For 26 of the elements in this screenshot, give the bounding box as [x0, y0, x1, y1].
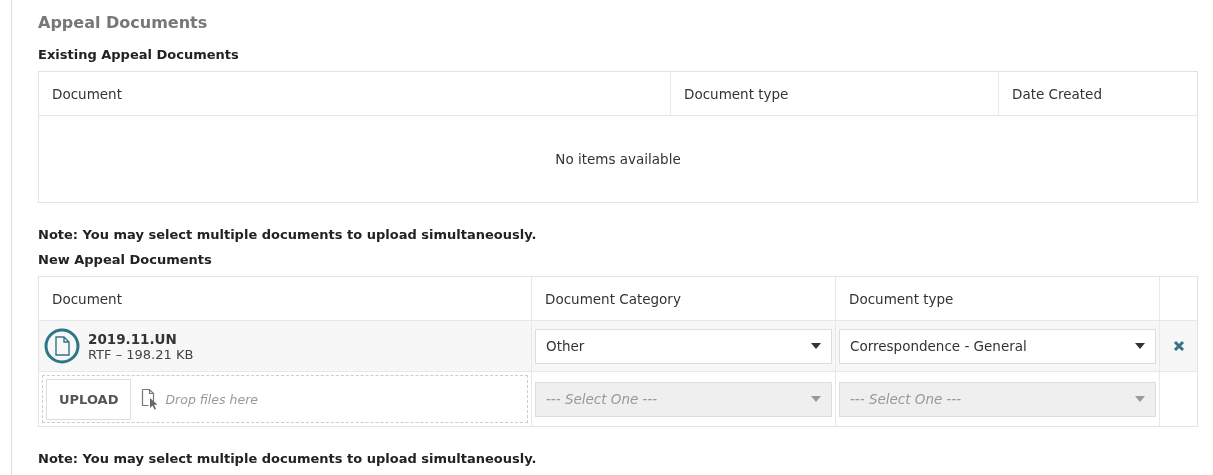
- file-drop-zone[interactable]: UPLOAD Drop files here: [42, 375, 528, 423]
- column-header: Document: [51, 289, 123, 309]
- empty-message: No items available: [555, 151, 681, 167]
- dropdown[interactable]: Other: [535, 328, 832, 364]
- caret-icon: [811, 343, 821, 349]
- column-header: Document type: [670, 72, 998, 115]
- drop-hint: Drop files here: [165, 391, 258, 407]
- remove-icon[interactable]: [1172, 340, 1185, 352]
- file-pointer-icon: [141, 388, 160, 410]
- caret-icon: [1135, 396, 1145, 402]
- column-header: Document: [51, 84, 123, 104]
- subsection-heading: Existing Appeal Documents: [38, 47, 240, 64]
- dropdown[interactable]: Correspondence - General: [839, 328, 1156, 364]
- column-header: Document type: [835, 277, 1159, 320]
- section-title: Appeal Documents: [38, 13, 209, 34]
- file-name: 2019.11.UN: [88, 330, 178, 347]
- column-header: Document Category: [531, 277, 835, 320]
- upload-button[interactable]: UPLOAD: [46, 378, 132, 420]
- subsection-heading: New Appeal Documents: [38, 252, 213, 269]
- caret-icon: [811, 396, 821, 402]
- file-info: RTF – 198.21 KB: [88, 346, 194, 362]
- document-icon: [44, 328, 80, 364]
- note-text: Note: You may select multiple documents to upload simultaneously.: [38, 451, 538, 466]
- note-text: Note: You may select multiple documents to upload simultaneously.: [38, 227, 538, 242]
- caret-icon: [1135, 343, 1145, 349]
- column-header: Date Created: [998, 72, 1197, 115]
